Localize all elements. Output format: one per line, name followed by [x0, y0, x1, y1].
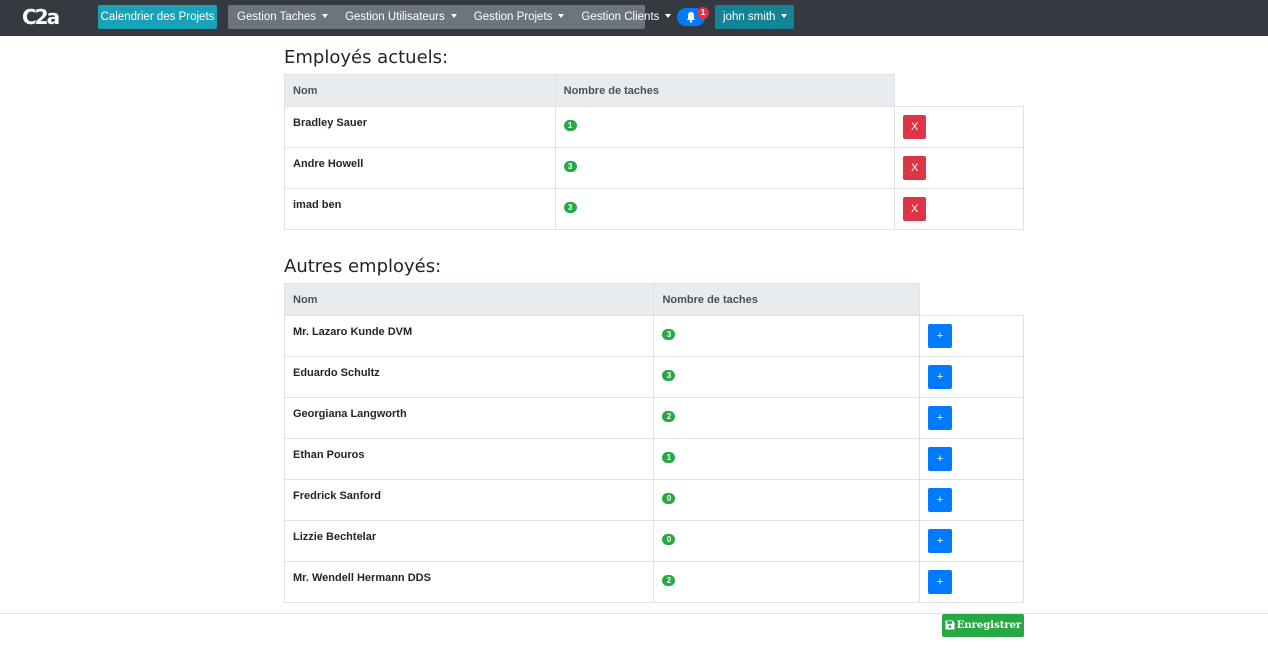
column-header-nombre-taches: Nombre de taches: [653, 283, 921, 316]
add-employee-button[interactable]: +: [928, 488, 953, 512]
table-row: Mr. Lazaro Kunde DVM 3 +: [283, 315, 1024, 357]
table-row: Mr. Wendell Hermann DDS 2 +: [283, 561, 1024, 603]
employee-name: Ethan Pouros: [283, 438, 655, 480]
task-count-badge: 0: [662, 534, 676, 545]
table-row: imad ben 3 X: [284, 188, 1024, 230]
task-count-cell: 3: [653, 356, 921, 398]
current-employees-title: Employés actuels:: [284, 47, 449, 68]
employee-name: Mr. Lazaro Kunde DVM: [283, 315, 655, 357]
current-employees-table: Nom Nombre de taches Bradley Sauer 1 X Andr…: [284, 74, 1024, 230]
action-cell: +: [919, 438, 1024, 480]
employee-name: Fredrick Sanford: [283, 479, 655, 521]
caret-down-icon: [450, 13, 457, 18]
task-count-badge: 2: [662, 411, 676, 422]
add-employee-button[interactable]: +: [928, 365, 953, 389]
task-count-badge: 3: [563, 202, 577, 213]
employee-name: Lizzie Bechtelar: [283, 520, 655, 562]
user-menu-button[interactable]: john smith: [715, 5, 794, 29]
table-row: Lizzie Bechtelar 0 +: [283, 520, 1024, 562]
table-row: Georgiana Langworth 2 +: [283, 397, 1024, 439]
table-row: Ethan Pouros 1 +: [283, 438, 1024, 480]
other-employees-title: Autres employés:: [284, 256, 442, 277]
task-count-badge: 2: [662, 575, 676, 586]
table-row: Fredrick Sanford 0 +: [283, 479, 1024, 521]
menu-gestion-taches[interactable]: Gestion Taches: [228, 5, 336, 29]
caret-down-icon: [558, 13, 565, 18]
app-logo[interactable]: C2a: [22, 5, 60, 29]
save-button[interactable]: Enregistrer: [942, 614, 1024, 637]
table-row: Andre Howell 3 X: [284, 147, 1024, 189]
action-cell: +: [919, 356, 1024, 398]
table-row: Eduardo Schultz 3 +: [283, 356, 1024, 398]
column-header-nom: Nom: [284, 74, 556, 107]
add-employee-button[interactable]: +: [928, 447, 953, 471]
task-count-cell: 2: [653, 397, 921, 439]
remove-employee-button[interactable]: X: [903, 115, 927, 139]
employee-name: Eduardo Schultz: [283, 356, 655, 398]
task-count-badge: 3: [662, 329, 676, 340]
action-cell: X: [894, 147, 1024, 189]
employee-name: Mr. Wendell Hermann DDS: [283, 561, 655, 603]
employee-name: Georgiana Langworth: [283, 397, 655, 439]
action-cell: +: [919, 561, 1024, 603]
task-count-cell: 3: [554, 188, 896, 230]
task-count-cell: 3: [653, 315, 921, 357]
remove-employee-button[interactable]: X: [903, 197, 927, 221]
footer-divider: [0, 613, 1268, 614]
employee-name: imad ben: [284, 188, 556, 230]
other-employees-body: Mr. Lazaro Kunde DVM 3 + Eduardo Schultz 3 + G…: [283, 315, 1024, 603]
task-count-badge: 1: [563, 120, 577, 131]
menu-gestion-clients[interactable]: Gestion Clients: [572, 5, 679, 29]
task-count-badge: 3: [662, 370, 676, 381]
action-cell: +: [919, 397, 1024, 439]
task-count-cell: 1: [554, 106, 896, 148]
action-cell: X: [894, 106, 1024, 148]
action-cell: +: [919, 479, 1024, 521]
add-employee-button[interactable]: +: [928, 570, 953, 594]
table-row: Bradley Sauer 1 X: [284, 106, 1024, 148]
column-header-action: [894, 74, 1024, 107]
remove-employee-button[interactable]: X: [903, 156, 927, 180]
task-count-badge: 0: [662, 493, 676, 504]
column-header-nombre-taches: Nombre de taches: [554, 74, 896, 107]
floppy-disk-icon: [945, 620, 955, 629]
task-count-cell: 3: [554, 147, 896, 189]
action-cell: +: [919, 315, 1024, 357]
menu-gestion-utilisateurs[interactable]: Gestion Utilisateurs: [336, 5, 465, 29]
employee-name: Andre Howell: [284, 147, 556, 189]
main-menu: Gestion Taches Gestion Utilisateurs Gest…: [228, 5, 672, 29]
employee-name: Bradley Sauer: [284, 106, 556, 148]
current-employees-body: Bradley Sauer 1 X Andre Howell 3 Ximad ben 3 X: [284, 106, 1024, 230]
calendar-button[interactable]: Calendrier des Projets: [98, 5, 217, 29]
task-count-cell: 0: [653, 520, 921, 562]
task-count-cell: 0: [653, 479, 921, 521]
other-employees-table: Nom Nombre de taches Mr. Lazaro Kunde DV…: [283, 283, 1024, 603]
notification-count-badge: 1: [697, 7, 709, 19]
menu-gestion-projets[interactable]: Gestion Projets: [465, 5, 573, 29]
caret-down-icon: [781, 13, 788, 18]
top-navbar: C2a Calendrier des Projets Gestion Tache…: [0, 0, 1268, 36]
caret-down-icon: [665, 13, 672, 18]
column-header-nom: Nom: [283, 283, 655, 316]
task-count-badge: 3: [563, 161, 577, 172]
caret-down-icon: [322, 13, 329, 18]
task-count-cell: 1: [653, 438, 921, 480]
add-employee-button[interactable]: +: [928, 406, 953, 430]
bell-icon: [686, 12, 696, 23]
task-count-cell: 2: [653, 561, 921, 603]
task-count-badge: 1: [662, 452, 676, 463]
action-cell: +: [919, 520, 1024, 562]
column-header-action: [919, 283, 1024, 316]
action-cell: X: [894, 188, 1024, 230]
add-employee-button[interactable]: +: [928, 324, 953, 348]
add-employee-button[interactable]: +: [928, 529, 953, 553]
